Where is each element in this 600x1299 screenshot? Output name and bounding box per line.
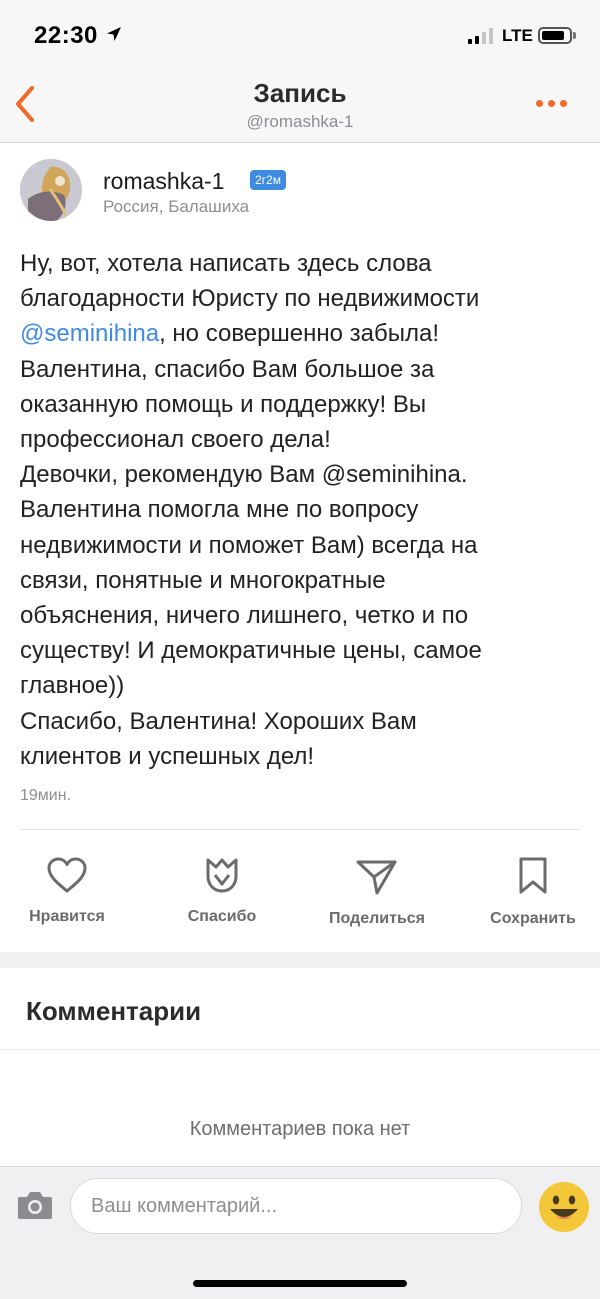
signal-icon (468, 28, 493, 44)
author-name[interactable]: romashka-1 (103, 168, 224, 195)
post-line: Валентина помогла мне по вопросу (20, 496, 419, 524)
status-time: 22:30 (34, 22, 98, 49)
post-line: оказанную помощь и поддержку! Вы (20, 390, 427, 418)
post-line: связи, понятные и многократные (20, 566, 386, 594)
more-button[interactable] (536, 100, 567, 107)
post-text: Ну, вот, хотела написать здесь слова бла… (20, 246, 580, 774)
post-line: объяснения, ничего лишнего, четко и по (20, 602, 469, 630)
post-line-text: , но совершенно забыла! (159, 320, 439, 348)
post-line: Спасибо, Валентина! Хороших Вам (20, 707, 417, 735)
tulip-icon (206, 858, 238, 893)
mention-link[interactable]: @seminihina (20, 320, 159, 347)
page-title: Запись (253, 78, 347, 108)
post-line: существу! И демократичные цены, самое (20, 637, 482, 665)
post-line: главное)) (20, 672, 125, 700)
emoji-icon[interactable] (538, 1181, 590, 1233)
battery-cap (573, 32, 576, 39)
bookmark-icon (519, 857, 547, 894)
camera-icon[interactable] (16, 1189, 54, 1221)
nav-bar: Запись @romashka-1 (0, 70, 600, 143)
save-label: Сохранить (490, 910, 576, 927)
empty-comments-text: Комментариев пока нет (189, 1118, 411, 1140)
like-label: Нравится (29, 908, 105, 925)
more-dot (548, 100, 555, 107)
thanks-label: Спасибо (187, 908, 257, 925)
comments-title: Комментарии (26, 996, 202, 1026)
comment-input[interactable] (70, 1178, 522, 1234)
author-location: Россия, Балашиха (103, 197, 250, 216)
more-dot (536, 100, 543, 107)
post-line: недвижимости и поможет Вам) всегда на (20, 531, 478, 559)
membership-badge: 2г2м (250, 170, 286, 190)
more-dot (560, 100, 567, 107)
avatar-image (20, 159, 82, 221)
share-button[interactable]: Поделиться (312, 856, 442, 928)
like-button[interactable]: Нравится (2, 856, 132, 926)
thanks-button[interactable]: Спасибо (157, 856, 287, 926)
post-line: клиентов и успешных дел! (20, 742, 315, 770)
heart-icon (47, 857, 87, 893)
paper-plane-icon (356, 860, 397, 895)
page-subtitle: @romashka-1 (246, 112, 354, 131)
location-arrow-icon (107, 27, 121, 41)
network-label: LTE (502, 26, 533, 45)
comment-composer (0, 1166, 600, 1299)
post-line: Валентина, спасибо Вам большое за (20, 355, 435, 383)
divider (0, 1049, 600, 1050)
post-line: @seminihina, но совершенно забыла! (20, 316, 580, 351)
home-indicator (193, 1280, 407, 1287)
post-line: Ну, вот, хотела написать здесь слова (20, 250, 432, 277)
section-separator (0, 952, 600, 968)
post-line: профессионал своего дела! (20, 426, 331, 454)
save-button[interactable]: Сохранить (468, 856, 598, 928)
status-bar: 22:30 LTE (0, 0, 600, 70)
share-label: Поделиться (328, 910, 426, 927)
avatar[interactable] (20, 159, 82, 221)
post-line: благодарности Юристу по недвижимости (20, 285, 480, 313)
post-line: Девочки, рекомендую Вам @seminihina. (20, 461, 468, 489)
divider (20, 829, 580, 830)
battery-icon (538, 27, 572, 44)
post-timestamp: 19мин. (20, 787, 72, 804)
